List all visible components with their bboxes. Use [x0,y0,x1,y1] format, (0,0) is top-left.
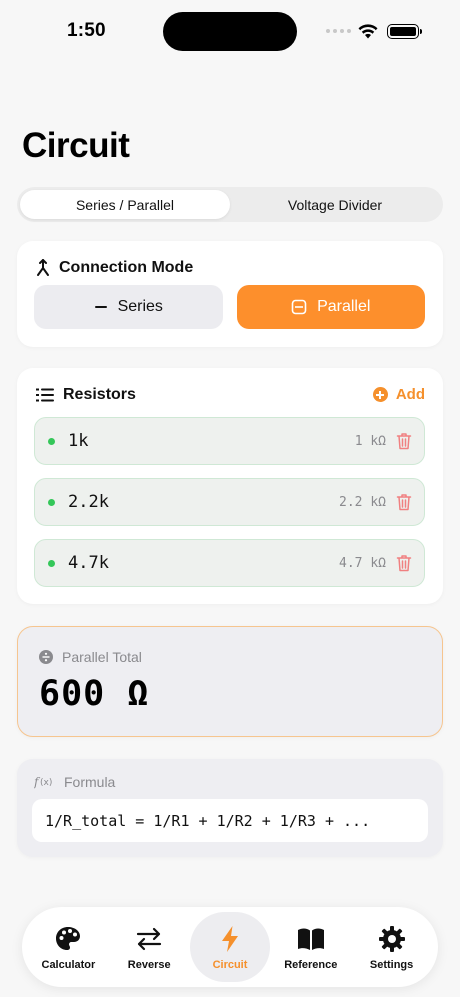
parallel-total-card: Parallel Total 600 Ω [17,626,443,737]
bolt-icon [221,925,238,952]
resistors-card: Resistors Add 1k 1 kΩ 2.2k 2.2 kΩ 4.7k 4… [17,368,443,604]
status-dot [48,498,55,506]
palette-icon [56,926,81,950]
segment-series-parallel[interactable]: Series / Parallel [20,190,230,219]
parallel-button[interactable]: Parallel [236,285,425,329]
list-icon [36,388,54,402]
resistor-value: 1 kΩ [354,433,386,449]
tab-bar: Calculator Reverse Circuit Reference Set… [22,907,438,987]
trash-icon[interactable] [396,432,412,450]
tab-circuit[interactable]: Circuit [189,912,271,982]
tab-settings-label: Settings [369,958,414,971]
tab-calculator[interactable]: Calculator [28,912,109,982]
trash-icon[interactable] [396,493,412,511]
tab-calculator-label: Calculator [41,958,96,971]
dynamic-island [163,12,297,51]
total-value: 600 Ω [39,674,150,714]
tab-settings[interactable]: Settings [351,912,432,982]
tab-reverse[interactable]: Reverse [109,912,190,982]
cellular-signal-icon [326,29,351,33]
add-resistor-button[interactable]: Add [372,386,425,403]
gear-icon [378,925,405,952]
resistor-row[interactable]: 1k 1 kΩ [34,417,425,465]
connection-mode-card: Connection Mode Series Parallel [17,241,443,347]
resistor-row[interactable]: 2.2k 2.2 kΩ [34,478,425,526]
formula-label: Formula [64,774,116,790]
resistors-header: Resistors [36,386,136,404]
total-label: Parallel Total [62,649,142,665]
total-header: Parallel Total [39,649,142,665]
status-bar: 1:50 [0,0,460,64]
wifi-icon [358,24,378,39]
series-button[interactable]: Series [34,285,223,329]
tab-reference[interactable]: Reference [270,912,351,982]
resistors-label: Resistors [63,386,136,403]
status-dot [48,437,55,445]
tab-reverse-label: Reverse [127,958,171,971]
formula-header: f (x) Formula [34,774,115,790]
resistor-name: 1k [68,431,89,451]
resistor-row[interactable]: 4.7k 4.7 kΩ [34,539,425,587]
resistor-name: 4.7k [68,553,109,573]
svg-text:(x): (x) [40,778,52,788]
divide-circle-icon [39,650,53,664]
function-icon: f (x) [34,775,52,789]
status-time: 1:50 [67,20,106,41]
formula-text: 1/R_total = 1/R1 + 1/R2 + 1/R3 + ... [32,799,428,842]
status-dot [48,559,55,567]
segment-voltage-divider[interactable]: Voltage Divider [230,190,440,219]
resistor-value: 2.2 kΩ [339,494,386,510]
merge-icon [37,259,49,276]
plus-circle-icon [372,387,388,402]
mode-segmented-control: Series / Parallel Voltage Divider [17,187,443,222]
resistor-list: 1k 1 kΩ 2.2k 2.2 kΩ 4.7k 4.7 kΩ [34,417,425,600]
trash-icon[interactable] [396,554,412,572]
connection-mode-label: Connection Mode [59,259,194,276]
connection-mode-header: Connection Mode [36,259,193,277]
resistor-name: 2.2k [68,492,109,512]
series-button-label: Series [117,298,163,315]
battery-icon [387,24,422,39]
tab-circuit-label: Circuit [212,958,248,971]
formula-card: f (x) Formula 1/R_total = 1/R1 + 1/R2 + … [17,759,443,857]
parallel-button-label: Parallel [317,298,371,315]
page-title: Circuit [22,126,130,165]
tab-reference-label: Reference [284,958,338,971]
book-icon [297,928,324,950]
resistor-value: 4.7 kΩ [339,555,386,571]
add-label: Add [395,386,425,403]
minus-icon [94,306,107,308]
parallel-rect-icon [291,299,307,315]
swap-arrows-icon [137,927,162,950]
